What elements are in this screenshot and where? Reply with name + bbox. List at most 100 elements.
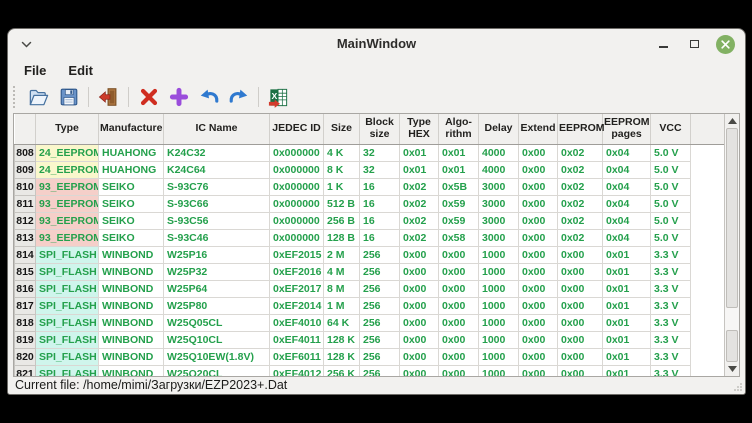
cell-delay[interactable]: 1000: [479, 264, 519, 281]
cell-manufacture[interactable]: SEIKO: [99, 196, 164, 213]
cell-type[interactable]: 93_EEPROM: [36, 196, 99, 213]
cell-vcc[interactable]: 5.0 V: [651, 230, 691, 247]
cell-type_hex[interactable]: 0x02: [400, 230, 439, 247]
cell-type[interactable]: 24_EEPROM: [36, 145, 99, 162]
cell-delay[interactable]: 1000: [479, 332, 519, 349]
column-header-eeprom_pages[interactable]: EEPROM pages: [603, 114, 651, 145]
cell-type[interactable]: SPI_FLASH: [36, 247, 99, 264]
cell-type_hex[interactable]: 0x01: [400, 145, 439, 162]
table-row[interactable]: 815SPI_FLASHWINBONDW25P320xEF20164 M2560…: [15, 264, 725, 281]
cell-algorithm[interactable]: 0x00: [439, 349, 479, 366]
cell-ic_name[interactable]: S-93C56: [164, 213, 270, 230]
cell-extend[interactable]: 0x00: [519, 196, 558, 213]
cell-eeprom_pages[interactable]: 0x01: [603, 264, 651, 281]
cell-block_size[interactable]: 256: [360, 315, 400, 332]
column-header-block_size[interactable]: Block size: [360, 114, 400, 145]
close-button[interactable]: [716, 35, 735, 54]
cell-type_hex[interactable]: 0x00: [400, 264, 439, 281]
cell-type[interactable]: 93_EEPROM: [36, 230, 99, 247]
cell-eeprom[interactable]: 0x02: [558, 179, 603, 196]
cell-manufacture[interactable]: SEIKO: [99, 230, 164, 247]
cell-eeprom_pages[interactable]: 0x04: [603, 230, 651, 247]
table-row[interactable]: 80824_EEPROMHUAHONGK24C320x0000004 K320x…: [15, 145, 725, 162]
cell-size[interactable]: 8 M: [324, 281, 360, 298]
cell-delay[interactable]: 3000: [479, 179, 519, 196]
cell-size[interactable]: 64 K: [324, 315, 360, 332]
column-header-type[interactable]: Type: [36, 114, 99, 145]
cell-jedec_id[interactable]: 0xEF6011: [270, 349, 324, 366]
cell-num[interactable]: 820: [15, 349, 36, 366]
cell-ic_name[interactable]: S-93C66: [164, 196, 270, 213]
cell-manufacture[interactable]: WINBOND: [99, 332, 164, 349]
menu-file[interactable]: File: [21, 62, 49, 79]
cell-num[interactable]: 810: [15, 179, 36, 196]
table-row[interactable]: 81193_EEPROMSEIKOS-93C660x000000512 B160…: [15, 196, 725, 213]
cell-eeprom[interactable]: 0x02: [558, 196, 603, 213]
table-row[interactable]: 817SPI_FLASHWINBONDW25P800xEF20141 M2560…: [15, 298, 725, 315]
cell-eeprom_pages[interactable]: 0x01: [603, 315, 651, 332]
cell-block_size[interactable]: 16: [360, 230, 400, 247]
cell-jedec_id[interactable]: 0xEF2015: [270, 247, 324, 264]
cell-jedec_id[interactable]: 0xEF2016: [270, 264, 324, 281]
cell-eeprom_pages[interactable]: 0x01: [603, 247, 651, 264]
table-row[interactable]: 816SPI_FLASHWINBONDW25P640xEF20178 M2560…: [15, 281, 725, 298]
cell-type[interactable]: 93_EEPROM: [36, 213, 99, 230]
cell-size[interactable]: 4 M: [324, 264, 360, 281]
open-file-button[interactable]: [25, 84, 52, 111]
redo-button[interactable]: [225, 84, 252, 111]
cell-delay[interactable]: 4000: [479, 162, 519, 179]
cell-type_hex[interactable]: 0x00: [400, 298, 439, 315]
export-excel-button[interactable]: X: [265, 84, 292, 111]
column-header-algorithm[interactable]: Algo- rithm: [439, 114, 479, 145]
cell-extend[interactable]: 0x00: [519, 264, 558, 281]
cell-type[interactable]: SPI_FLASH: [36, 281, 99, 298]
vertical-scrollbar[interactable]: [724, 114, 739, 376]
cell-ic_name[interactable]: W25P32: [164, 264, 270, 281]
cell-algorithm[interactable]: 0x01: [439, 162, 479, 179]
cell-delay[interactable]: 1000: [479, 247, 519, 264]
cell-type[interactable]: SPI_FLASH: [36, 298, 99, 315]
table-row[interactable]: 80924_EEPROMHUAHONGK24C640x0000008 K320x…: [15, 162, 725, 179]
cell-type_hex[interactable]: 0x00: [400, 281, 439, 298]
cell-block_size[interactable]: 256: [360, 332, 400, 349]
cell-extend[interactable]: 0x00: [519, 349, 558, 366]
cell-type[interactable]: 93_EEPROM: [36, 179, 99, 196]
cell-vcc[interactable]: 5.0 V: [651, 145, 691, 162]
cell-size[interactable]: 512 B: [324, 196, 360, 213]
cell-manufacture[interactable]: SEIKO: [99, 179, 164, 196]
cell-size[interactable]: 128 B: [324, 230, 360, 247]
cell-num[interactable]: 808: [15, 145, 36, 162]
cell-eeprom[interactable]: 0x00: [558, 281, 603, 298]
cell-size[interactable]: 1 M: [324, 298, 360, 315]
cell-type[interactable]: SPI_FLASH: [36, 315, 99, 332]
cell-num[interactable]: 809: [15, 162, 36, 179]
cell-jedec_id[interactable]: 0xEF2014: [270, 298, 324, 315]
cell-type[interactable]: SPI_FLASH: [36, 264, 99, 281]
table-row[interactable]: 819SPI_FLASHWINBONDW25Q10CL0xEF4011128 K…: [15, 332, 725, 349]
cell-type_hex[interactable]: 0x02: [400, 179, 439, 196]
cell-vcc[interactable]: 3.3 V: [651, 247, 691, 264]
cell-eeprom_pages[interactable]: 0x04: [603, 145, 651, 162]
cell-ic_name[interactable]: W25P80: [164, 298, 270, 315]
save-file-button[interactable]: [55, 84, 82, 111]
cell-block_size[interactable]: 16: [360, 213, 400, 230]
table-row[interactable]: 81093_EEPROMSEIKOS-93C760x0000001 K160x0…: [15, 179, 725, 196]
cell-block_size[interactable]: 16: [360, 196, 400, 213]
table-row[interactable]: 81293_EEPROMSEIKOS-93C560x000000256 B160…: [15, 213, 725, 230]
cell-type_hex[interactable]: 0x01: [400, 162, 439, 179]
cell-type[interactable]: SPI_FLASH: [36, 349, 99, 366]
column-header-ic_name[interactable]: IC Name: [164, 114, 270, 145]
column-header-jedec_id[interactable]: JEDEC ID: [270, 114, 324, 145]
cell-size[interactable]: 8 K: [324, 162, 360, 179]
cell-delay[interactable]: 1000: [479, 349, 519, 366]
cell-size[interactable]: 128 K: [324, 332, 360, 349]
cell-eeprom[interactable]: 0x02: [558, 162, 603, 179]
minimize-button[interactable]: [654, 35, 672, 53]
cell-jedec_id[interactable]: 0xEF4010: [270, 315, 324, 332]
cell-manufacture[interactable]: WINBOND: [99, 247, 164, 264]
table-row[interactable]: 81393_EEPROMSEIKOS-93C460x000000128 B160…: [15, 230, 725, 247]
add-row-button[interactable]: [165, 84, 192, 111]
cell-size[interactable]: 2 M: [324, 247, 360, 264]
cell-block_size[interactable]: 32: [360, 145, 400, 162]
cell-num[interactable]: 818: [15, 315, 36, 332]
